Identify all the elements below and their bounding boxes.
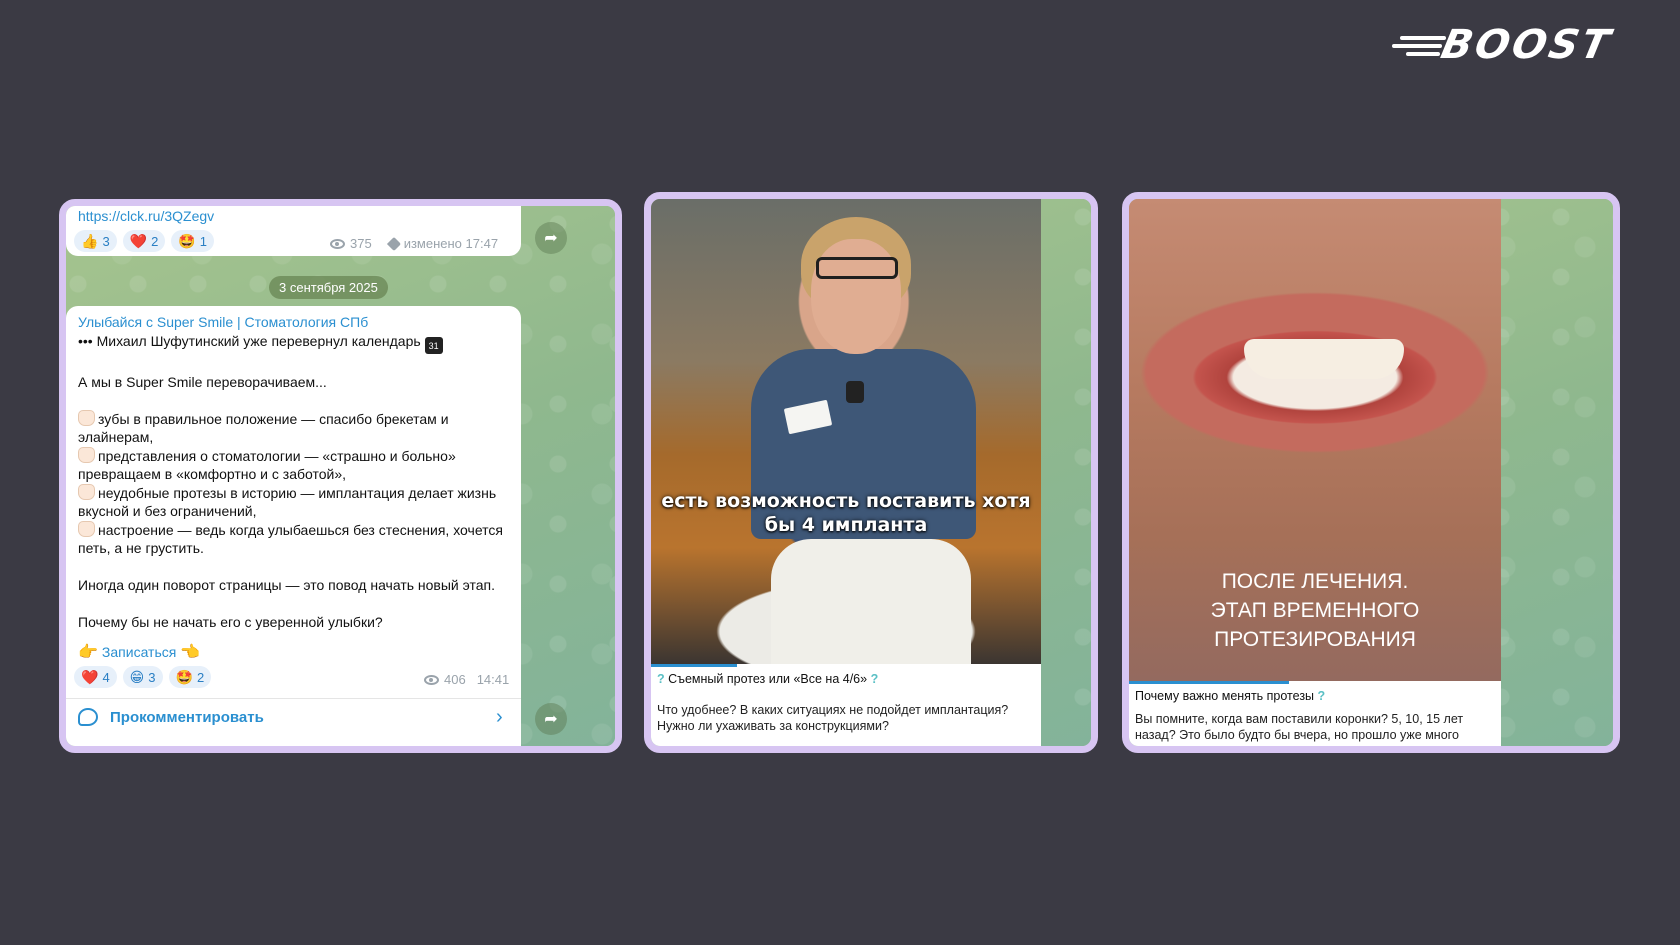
reaction-grin[interactable]: 😁 3 bbox=[122, 666, 163, 688]
tooth-icon bbox=[78, 520, 95, 537]
book-appointment-link[interactable]: Записаться bbox=[102, 644, 176, 660]
comment-button[interactable]: Прокомментировать bbox=[78, 708, 264, 726]
hand-pointing-right-icon: 👉 bbox=[78, 644, 98, 661]
tooth-icon bbox=[78, 483, 95, 500]
tooth-question-icon: ? bbox=[1317, 689, 1326, 703]
reactions-row: 👍 3 ❤️ 2 🤩 1 bbox=[74, 230, 215, 252]
post-title: ? Съемный протез или «Все на 4/6» ? bbox=[657, 672, 879, 686]
video-frame[interactable]: есть возможность поставить хотя бы 4 имп… bbox=[651, 199, 1041, 664]
post-text: Вы помните, когда вам поставили коронки?… bbox=[1135, 712, 1464, 753]
logo-text: BOOST bbox=[1437, 22, 1617, 68]
video-caption: есть возможность поставить хотя бы 4 имп… bbox=[661, 490, 1031, 536]
microphone-icon bbox=[846, 381, 864, 403]
teeth-image bbox=[1244, 339, 1404, 379]
video-post-card: есть возможность поставить хотя бы 4 имп… bbox=[644, 192, 1098, 753]
message-time: 14:41 bbox=[476, 672, 510, 687]
dots-icon: ••• bbox=[78, 333, 93, 349]
share-icon[interactable]: ➦ bbox=[535, 222, 567, 254]
video-frame[interactable]: ПОСЛЕ ЛЕЧЕНИЯ. ЭТАП ВРЕМЕННОГО ПРОТЕЗИРО… bbox=[1129, 199, 1501, 681]
video-message-bubble: ? Съемный протез или «Все на 4/6» ? Что … bbox=[651, 664, 1041, 746]
previous-message-bubble: https://clck.ru/3QZegv 👍 3 ❤️ 2 🤩 1 375 изм… bbox=[66, 206, 521, 256]
edited-label: изменено 17:47 bbox=[403, 236, 499, 251]
channel-name[interactable]: Улыбайся с Super Smile | Стоматология СП… bbox=[78, 314, 368, 330]
tooth-icon bbox=[78, 409, 95, 426]
message-meta: 406 14:41 bbox=[424, 672, 509, 687]
message-meta: 375 изменено 17:47 bbox=[330, 236, 498, 251]
video-progress-bar[interactable] bbox=[651, 664, 737, 667]
reaction-heart[interactable]: ❤️ 2 bbox=[122, 230, 166, 252]
hand-pointing-left-icon: 👈 bbox=[180, 644, 201, 661]
comment-icon bbox=[78, 708, 98, 726]
tooth-icon bbox=[78, 446, 95, 463]
book-row: 👉 Записаться 👈 bbox=[78, 642, 200, 662]
telegram-post-card: https://clck.ru/3QZegv 👍 3 ❤️ 2 🤩 1 375 изм… bbox=[59, 199, 622, 753]
reaction-star-eyes[interactable]: 🤩 1 bbox=[171, 230, 215, 252]
reaction-thumbs-up[interactable]: 👍 3 bbox=[74, 230, 117, 252]
calendar-icon: 31 bbox=[424, 337, 443, 354]
boost-logo: BOOST bbox=[1392, 22, 1654, 68]
chevron-right-icon[interactable]: › bbox=[496, 706, 503, 729]
video-progress-bar[interactable] bbox=[1129, 681, 1289, 684]
post-bubble: Улыбайся с Super Smile | Стоматология СП… bbox=[66, 306, 521, 746]
video-message-bubble: Почему важно менять протезы ? Вы помните… bbox=[1129, 681, 1501, 753]
post-text: ••• Михаил Шуфутинский уже перевернул ка… bbox=[78, 333, 503, 630]
share-icon[interactable]: ➦ bbox=[535, 703, 567, 735]
video-caption: ПОСЛЕ ЛЕЧЕНИЯ. ЭТАП ВРЕМЕННОГО ПРОТЕЗИРО… bbox=[1210, 570, 1420, 651]
video-post-card: ПОСЛЕ ЛЕЧЕНИЯ. ЭТАП ВРЕМЕННОГО ПРОТЕЗИРО… bbox=[1122, 192, 1620, 753]
post-text: Что удобнее? В каких ситуациях не подойд… bbox=[657, 703, 1009, 733]
pin-icon bbox=[386, 236, 401, 251]
date-separator: 3 сентября 2025 bbox=[269, 276, 388, 299]
views-icon bbox=[330, 238, 345, 249]
tooth-question-icon: ? bbox=[657, 672, 665, 686]
views-icon bbox=[424, 674, 439, 685]
post-title: Почему важно менять протезы ? bbox=[1135, 689, 1326, 703]
views-count: 375 bbox=[350, 236, 372, 251]
views-count: 406 bbox=[444, 672, 466, 687]
reaction-star-eyes[interactable]: 🤩 2 bbox=[168, 666, 212, 688]
tooth-question-icon: ? bbox=[870, 672, 879, 686]
reactions-row: ❤️ 4 😁 3 🤩 2 bbox=[74, 666, 212, 688]
divider bbox=[66, 698, 521, 699]
reaction-heart[interactable]: ❤️ 4 bbox=[74, 666, 117, 688]
message-link[interactable]: https://clck.ru/3QZegv bbox=[78, 208, 214, 224]
